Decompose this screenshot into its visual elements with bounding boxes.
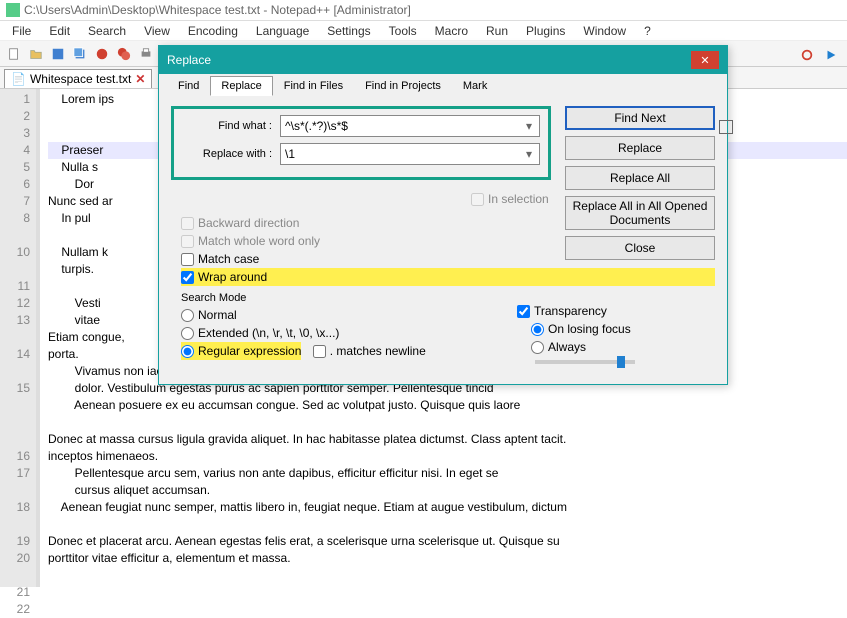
- document-tab[interactable]: 📄 Whitespace test.txt ✕: [4, 69, 152, 88]
- save-all-icon[interactable]: [70, 44, 90, 64]
- dialog-title: Replace: [167, 53, 211, 67]
- menu-?[interactable]: ?: [636, 22, 659, 40]
- find-next-toggle-checkbox[interactable]: [719, 120, 733, 134]
- print-icon[interactable]: [136, 44, 156, 64]
- doc-tab-label: Whitespace test.txt: [30, 72, 131, 86]
- close-button[interactable]: Close: [565, 236, 715, 260]
- dialog-tab-find[interactable]: Find: [167, 76, 210, 96]
- menubar: FileEditSearchViewEncodingLanguageSettin…: [0, 21, 847, 41]
- transparency-checkbox[interactable]: Transparency: [517, 302, 647, 320]
- wrap-around-checkbox[interactable]: Wrap around: [181, 268, 715, 286]
- replace-with-value: \1: [285, 147, 295, 161]
- find-next-button[interactable]: Find Next: [565, 106, 715, 130]
- find-what-input[interactable]: ^\s*(.*?)\s*$ ▾: [280, 115, 540, 137]
- close-all-icon[interactable]: [114, 44, 134, 64]
- replace-with-input[interactable]: \1 ▾: [280, 143, 540, 165]
- dialog-tab-mark[interactable]: Mark: [452, 76, 498, 96]
- replace-with-label: Replace with :: [180, 148, 280, 160]
- on-losing-focus-radio[interactable]: On losing focus: [531, 320, 647, 338]
- record-macro-icon[interactable]: [797, 45, 817, 65]
- toolbar-right: [797, 45, 841, 65]
- menu-plugins[interactable]: Plugins: [518, 22, 573, 40]
- tab-close-icon[interactable]: ✕: [135, 72, 145, 86]
- chevron-down-icon[interactable]: ▾: [521, 146, 537, 162]
- line-number-gutter: 1234567810111213141516171819202122: [0, 89, 40, 587]
- menu-tools[interactable]: Tools: [381, 22, 425, 40]
- menu-settings[interactable]: Settings: [319, 22, 378, 40]
- doc-icon: 📄: [11, 72, 26, 86]
- transparency-slider[interactable]: [535, 360, 635, 364]
- menu-run[interactable]: Run: [478, 22, 516, 40]
- transparency-group: Transparency On losing focus Always: [517, 302, 647, 364]
- dialog-tab-find-in-files[interactable]: Find in Files: [273, 76, 354, 96]
- replace-dialog: Replace ✕ FindReplaceFind in FilesFind i…: [158, 45, 728, 385]
- chevron-down-icon[interactable]: ▾: [521, 118, 537, 134]
- dialog-tab-replace[interactable]: Replace: [210, 76, 272, 96]
- find-what-label: Find what :: [180, 120, 280, 132]
- menu-language[interactable]: Language: [248, 22, 317, 40]
- menu-file[interactable]: File: [4, 22, 39, 40]
- menu-encoding[interactable]: Encoding: [180, 22, 246, 40]
- app-icon: [6, 3, 20, 17]
- menu-view[interactable]: View: [136, 22, 178, 40]
- matches-newline-checkbox[interactable]: . matches newline: [313, 342, 426, 360]
- replace-all-opened-button[interactable]: Replace All in All Opened Documents: [565, 196, 715, 230]
- new-file-icon[interactable]: [4, 44, 24, 64]
- dialog-tabs: FindReplaceFind in FilesFind in Projects…: [159, 74, 727, 96]
- menu-edit[interactable]: Edit: [41, 22, 78, 40]
- dialog-tab-find-in-projects[interactable]: Find in Projects: [354, 76, 452, 96]
- replace-all-button[interactable]: Replace All: [565, 166, 715, 190]
- dialog-buttons: Find Next Replace Replace All Replace Al…: [565, 106, 715, 260]
- menu-search[interactable]: Search: [80, 22, 134, 40]
- search-fields-group: Find what : ^\s*(.*?)\s*$ ▾ Replace with…: [171, 106, 551, 180]
- find-what-value: ^\s*(.*?)\s*$: [285, 119, 348, 133]
- close-icon[interactable]: [92, 44, 112, 64]
- dialog-titlebar[interactable]: Replace ✕: [159, 46, 727, 74]
- window-title: C:\Users\Admin\Desktop\Whitespace test.t…: [24, 3, 411, 17]
- open-file-icon[interactable]: [26, 44, 46, 64]
- mode-regex-radio[interactable]: Regular expression: [181, 342, 301, 360]
- menu-macro[interactable]: Macro: [427, 22, 476, 40]
- dialog-close-button[interactable]: ✕: [691, 51, 719, 69]
- replace-button[interactable]: Replace: [565, 136, 715, 160]
- window-titlebar: C:\Users\Admin\Desktop\Whitespace test.t…: [0, 0, 847, 21]
- save-icon[interactable]: [48, 44, 68, 64]
- play-macro-icon[interactable]: [821, 45, 841, 65]
- menu-window[interactable]: Window: [575, 22, 634, 40]
- always-radio[interactable]: Always: [531, 338, 647, 356]
